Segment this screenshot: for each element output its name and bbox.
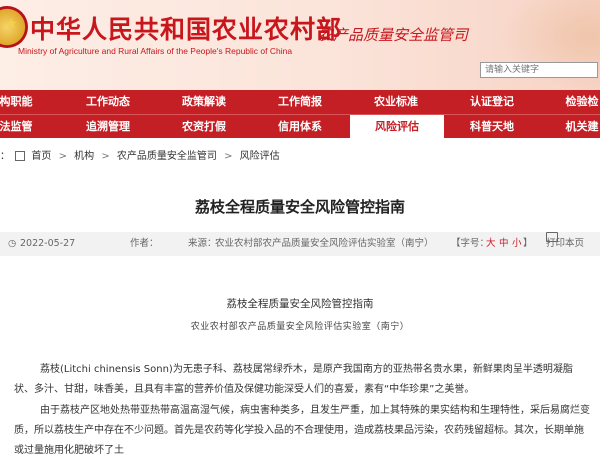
nav-item-kepu-tiandi[interactable]: 科普天地 (462, 115, 522, 139)
home-icon (15, 151, 26, 161)
nav-item-fengxian-pinggu[interactable]: 风险评估 (350, 115, 444, 139)
font-size-close: 】 (523, 238, 533, 249)
national-emblem-icon: ★ (0, 6, 28, 48)
article-source: 农业农村部农产品质量安全风险评估实验室（南宁） (215, 238, 434, 249)
nav-item-zhuisu-guanli[interactable]: 追溯管理 (78, 115, 138, 139)
nav-item-zhifa-jianguan[interactable]: 法监管 (0, 115, 36, 139)
breadcrumb-department[interactable]: 农产品质量安全监管司 (117, 151, 217, 162)
nav-item-nongzi-dajia[interactable]: 农资打假 (174, 115, 234, 139)
nav-item-gongzuo-dongtai[interactable]: 工作动态 (78, 90, 138, 114)
breadcrumb-jigou[interactable]: 机构 (74, 151, 94, 162)
nav-item-jianyan-jiance[interactable]: 检验检 (562, 90, 600, 114)
publish-date: 2022-05-27 (20, 238, 76, 249)
breadcrumb-separator: > (224, 151, 233, 162)
nav-item-gongzuo-jianbao[interactable]: 工作简报 (270, 90, 330, 114)
document-organization: 农业农村部农产品质量安全风险评估实验室（南宁） (190, 322, 410, 332)
breadcrumb-prefix: ： (0, 151, 10, 162)
document-title: 荔枝全程质量安全风险管控指南 (226, 298, 374, 310)
site-title[interactable]: 中华人民共和国农业农村部 (30, 10, 342, 46)
author-label: 作者： (130, 238, 159, 249)
breadcrumb-separator: > (58, 151, 67, 162)
article-paragraph: 荔枝(Litchi chinensis Sonn)为无患子科、荔枝属常绿乔木，是… (14, 364, 573, 395)
print-label: 打印本页 (546, 238, 585, 249)
nav-item-jiguan-jianshe[interactable]: 机关建 (562, 115, 600, 139)
font-size-large-button[interactable]: 大 (486, 232, 496, 256)
breadcrumb-risk-assessment[interactable]: 风险评估 (240, 151, 280, 162)
search-input[interactable] (480, 62, 598, 78)
source-label: 来源： (188, 238, 217, 249)
site-header: ★ 中华人民共和国农业农村部 Ministry of Agriculture a… (0, 0, 600, 90)
font-size-medium-button[interactable]: 中 (499, 232, 509, 256)
nav-item-jigou-zhineng[interactable]: 构职能 (0, 90, 36, 114)
nav-item-renzheng-dengji[interactable]: 认证登记 (462, 90, 522, 114)
department-name[interactable]: 农产品质量安全监管司 (318, 24, 468, 45)
nav-item-xinyong-tixi[interactable]: 信用体系 (270, 115, 330, 139)
breadcrumb: ： 首页 > 机构 > 农产品质量安全监管司 > 风险评估 (0, 148, 280, 166)
breadcrumb-home[interactable]: 首页 (31, 151, 51, 162)
nav-row-2: 法监管 追溯管理 农资打假 信用体系 风险评估 科普天地 机关建 (0, 114, 600, 139)
clock-icon: ◷ (8, 238, 17, 249)
nav-row-1: 构职能 工作动态 政策解读 工作简报 农业标准 认证登记 检验检 (0, 90, 600, 114)
article-paragraph: 由于荔枝产区地处热带亚热带高温高湿气候，病虫害种类多，且发生严重，加上其特殊的果… (14, 405, 590, 456)
nav-item-zhengce-jiedu[interactable]: 政策解读 (174, 90, 234, 114)
article-title: 荔枝全程质量安全风险管控指南 (194, 198, 405, 216)
font-size-small-button[interactable]: 小 (512, 232, 522, 256)
breadcrumb-separator: > (101, 151, 110, 162)
site-subtitle: Ministry of Agriculture and Rural Affair… (18, 46, 293, 56)
main-nav: 构职能 工作动态 政策解读 工作简报 农业标准 认证登记 检验检 法监管 追溯管… (0, 90, 600, 139)
nav-item-nongye-biaozhun[interactable]: 农业标准 (366, 90, 426, 114)
article-meta-bar: ◷ 2022-05-27 作者： 来源： 农业农村部农产品质量安全风险评估实验室… (0, 232, 600, 256)
font-size-label: 【字号： (451, 238, 490, 249)
